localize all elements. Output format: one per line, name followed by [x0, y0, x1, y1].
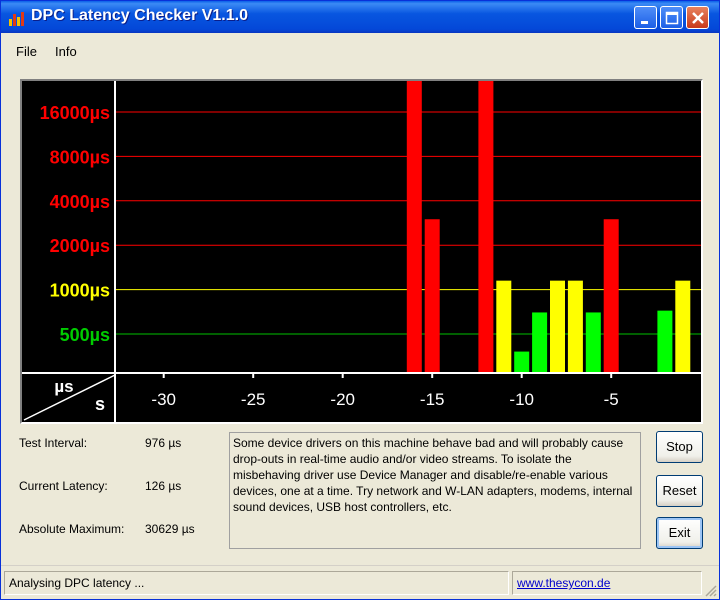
minimize-icon [641, 21, 648, 24]
link-pane: www.thesycon.de [512, 571, 702, 595]
x-tick-label: -25 [241, 390, 266, 409]
menu-bar: File Info [1, 33, 719, 63]
x-tick-label: -20 [330, 390, 355, 409]
y-tick-label: 1000µs [50, 281, 110, 301]
y-tick-label: 2000µs [50, 236, 110, 256]
chart-bar [532, 312, 548, 373]
test-interval-label: Test Interval: [19, 436, 88, 450]
menu-file[interactable]: File [16, 44, 37, 59]
maximize-icon [665, 11, 679, 25]
bar-chart-app-icon [9, 10, 25, 26]
exit-button[interactable]: Exit [656, 517, 703, 549]
app-window: DPC Latency Checker V1.1.0 File Info 160… [0, 0, 720, 600]
message-text: Some device drivers on this machine beha… [233, 436, 633, 514]
resize-grip-icon[interactable] [705, 585, 717, 597]
chart-bar [424, 219, 440, 373]
status-bar: Analysing DPC latency ... www.thesycon.d… [1, 565, 719, 599]
y-tick-label: 8000µs [50, 147, 110, 167]
title-bar[interactable]: DPC Latency Checker V1.1.0 [1, 1, 719, 33]
chart-bar [478, 81, 494, 373]
x-tick-label: -10 [509, 390, 534, 409]
x-axis-unit-label: s [95, 394, 105, 414]
y-tick-label: 4000µs [50, 192, 110, 212]
close-button[interactable] [686, 6, 709, 29]
x-tick-label: -30 [151, 390, 176, 409]
maximize-button[interactable] [660, 6, 683, 29]
chart-bar [406, 81, 422, 373]
chart-bar [567, 280, 583, 373]
y-axis-unit-label: µs [54, 377, 73, 396]
status-pane: Analysing DPC latency ... [4, 571, 509, 595]
absolute-maximum-label: Absolute Maximum: [19, 522, 125, 536]
latency-chart: 16000µs 8000µs 4000µs 2000µs 1000µs 500µs -30 -… [20, 79, 703, 424]
latency-chart-svg: 16000µs 8000µs 4000µs 2000µs 1000µs 500µs -30 -… [22, 81, 701, 422]
x-tick-label: -15 [420, 390, 445, 409]
chart-bar [675, 280, 691, 373]
chart-bar [585, 312, 601, 373]
website-link[interactable]: www.thesycon.de [517, 576, 610, 590]
current-latency-value: 126 µs [145, 479, 182, 493]
chart-bar [550, 280, 565, 373]
close-icon [692, 12, 704, 24]
message-box: Some device drivers on this machine beha… [229, 432, 641, 549]
current-latency-label: Current Latency: [19, 479, 108, 493]
y-tick-label: 500µs [60, 325, 110, 345]
chart-bar [496, 280, 512, 373]
minimize-button[interactable] [634, 6, 657, 29]
y-tick-label: 16000µs [40, 103, 110, 123]
stop-button[interactable]: Stop [656, 431, 703, 463]
window-title: DPC Latency Checker V1.1.0 [31, 7, 248, 24]
test-interval-value: 976 µs [145, 436, 182, 450]
chart-bar [514, 351, 530, 373]
menu-info[interactable]: Info [55, 44, 77, 59]
chart-bar [603, 219, 619, 373]
status-text: Analysing DPC latency ... [9, 576, 145, 590]
absolute-maximum-value: 30629 µs [145, 522, 195, 536]
reset-button[interactable]: Reset [656, 475, 703, 507]
chart-bar [657, 310, 673, 373]
x-tick-label: -5 [604, 390, 619, 409]
